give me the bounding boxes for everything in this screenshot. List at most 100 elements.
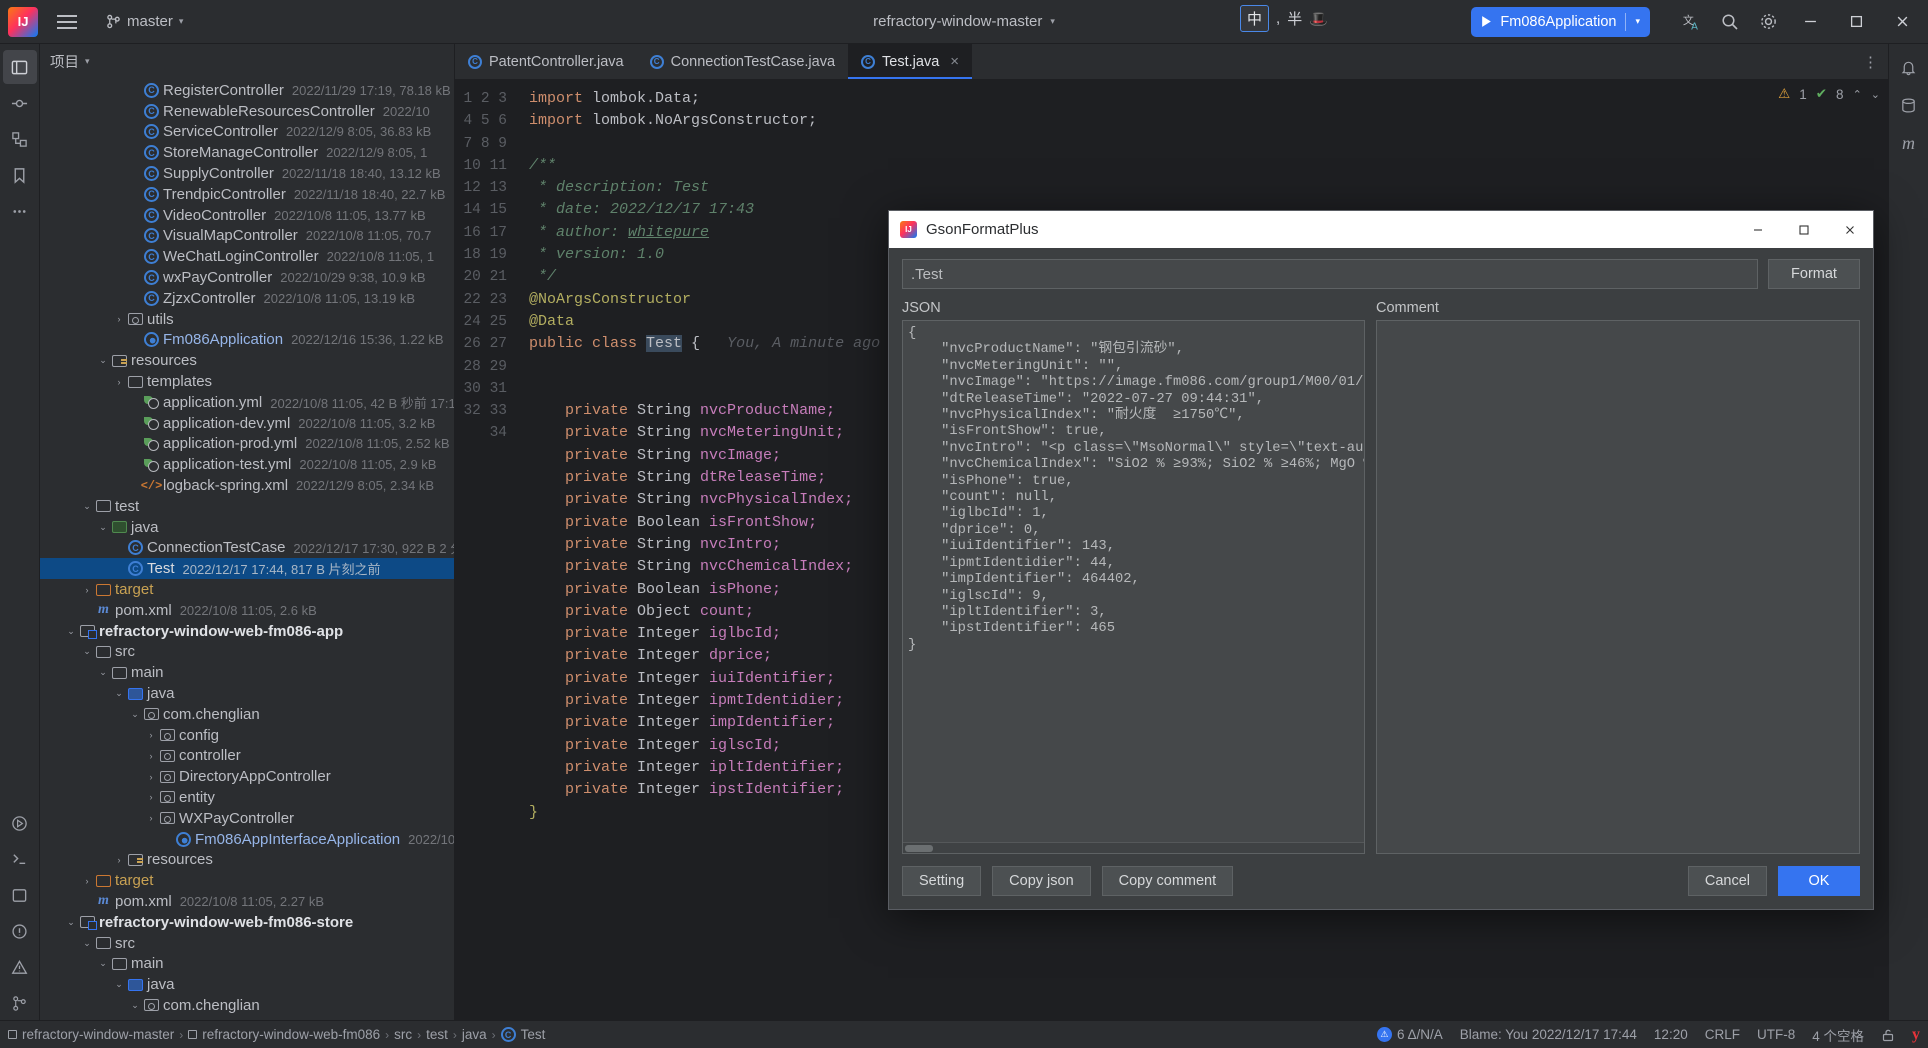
setting-button[interactable]: Setting — [902, 866, 982, 896]
tree-node[interactable]: ⌄ main — [40, 662, 454, 683]
sidebar-item-commit[interactable] — [3, 86, 37, 120]
chevron-down-icon[interactable]: ⌄ — [1871, 88, 1880, 101]
comment-pane[interactable] — [1376, 320, 1860, 854]
chevron-right-icon[interactable]: › — [144, 772, 158, 782]
sidebar-item-problems[interactable] — [3, 914, 37, 948]
tree-node[interactable]: ⌄ refractory-window-web-fm086-app — [40, 621, 454, 642]
chevron-right-icon[interactable]: › — [144, 730, 158, 740]
maven-icon[interactable]: m — [1892, 126, 1926, 160]
chevron-down-icon[interactable]: ⌄ — [96, 355, 110, 366]
sidebar-item-notifications[interactable] — [3, 950, 37, 984]
tree-node[interactable]: C RegisterController 2022/11/29 17:19, 78.… — [40, 80, 454, 101]
sidebar-item-services[interactable] — [3, 878, 37, 912]
tree-node[interactable]: › resources — [40, 849, 454, 870]
chevron-right-icon[interactable]: › — [80, 876, 94, 886]
breadcrumb-item[interactable]: C Test — [500, 1027, 545, 1042]
tree-node[interactable]: › config — [40, 725, 454, 746]
ime-mode[interactable]: 中 — [1240, 5, 1270, 32]
editor-tab[interactable]: C Test.java × — [848, 44, 973, 79]
tree-node[interactable]: › utils — [40, 309, 454, 330]
tree-node[interactable]: application.yml 2022/10/8 11:05, 42 B 秒前 … — [40, 392, 454, 413]
dialog-maximize-icon[interactable] — [1781, 211, 1827, 248]
project-tree[interactable]: C RegisterController 2022/11/29 17:19, 78.… — [40, 78, 454, 1020]
chevron-down-icon[interactable]: ⌄ — [96, 958, 110, 969]
dialog-close-icon[interactable] — [1827, 211, 1873, 248]
json-pane[interactable]: { "nvcProductName": "钢包引流砂", "nvcMeterin… — [902, 320, 1365, 854]
tree-node[interactable]: › controller — [40, 746, 454, 767]
breadcrumb-item[interactable]: java — [462, 1027, 487, 1042]
json-horizontal-scrollbar[interactable] — [903, 842, 1364, 853]
comment-textarea[interactable] — [1377, 321, 1859, 326]
tree-node[interactable]: C ZjzxController 2022/10/8 11:05, 13.19 kB — [40, 288, 454, 309]
tree-node[interactable]: C VideoController 2022/10/8 11:05, 13.77 k… — [40, 205, 454, 226]
chevron-down-icon[interactable]: ⌄ — [128, 1000, 142, 1011]
tree-node[interactable]: C WeChatLoginController 2022/10/8 11:05, 1 — [40, 246, 454, 267]
tree-node[interactable]: ›core — [40, 1016, 454, 1020]
chevron-down-icon[interactable]: ⌄ — [80, 938, 94, 949]
tree-node[interactable]: C StoreManageController 2022/12/9 8:05, 1 — [40, 142, 454, 163]
project-panel-header[interactable]: 项目 ▾ — [40, 44, 454, 78]
tree-node[interactable]: C ServiceController 2022/12/9 8:05, 36.83 … — [40, 122, 454, 143]
main-menu-icon[interactable] — [50, 5, 84, 39]
ok-button[interactable]: OK — [1778, 866, 1860, 896]
tree-node[interactable]: ⌄ refractory-window-web-fm086-store — [40, 912, 454, 933]
run-configuration-button[interactable]: Fm086Application ▾ — [1471, 6, 1650, 37]
notifications-icon[interactable] — [1892, 50, 1926, 84]
chevron-down-icon[interactable]: ⌄ — [64, 626, 78, 637]
close-icon[interactable] — [1880, 0, 1924, 44]
minimize-icon[interactable] — [1788, 0, 1832, 44]
chevron-down-icon[interactable]: ⌄ — [128, 709, 142, 720]
tree-node[interactable]: m pom.xml 2022/10/8 11:05, 2.27 kB — [40, 891, 454, 912]
tree-node[interactable]: ⌄ main — [40, 953, 454, 974]
chevron-down-icon[interactable]: ⌄ — [64, 917, 78, 928]
status-encoding[interactable]: UTF-8 — [1757, 1027, 1795, 1042]
editor-tab[interactable]: C ConnectionTestCase.java — [637, 44, 848, 79]
chevron-down-icon[interactable]: ⌄ — [80, 646, 94, 657]
gear-icon[interactable] — [1750, 4, 1786, 40]
tree-node[interactable]: › target — [40, 579, 454, 600]
tree-node[interactable]: ⌄ resources — [40, 350, 454, 371]
tree-node[interactable]: ⌄ java — [40, 974, 454, 995]
project-title-widget[interactable]: refractory-window-master ▾ — [873, 13, 1055, 30]
tree-node[interactable]: C SupplyController 2022/11/18 18:40, 13.12… — [40, 163, 454, 184]
tree-node[interactable]: › target — [40, 870, 454, 891]
tree-node[interactable]: ⌄ java — [40, 517, 454, 538]
tree-node[interactable]: application-prod.yml 2022/10/8 11:05, 2.5… — [40, 434, 454, 455]
unlocked-icon[interactable] — [1881, 1028, 1895, 1042]
chevron-down-icon[interactable]: ⌄ — [96, 522, 110, 533]
sidebar-item-project[interactable] — [2, 50, 37, 84]
sidebar-item-structure[interactable] — [3, 122, 37, 156]
format-button[interactable]: Format — [1768, 259, 1860, 289]
tree-node[interactable]: C TrendpicController 2022/11/18 18:40, 22.… — [40, 184, 454, 205]
status-indent[interactable]: 4 个空格 — [1812, 1025, 1864, 1045]
chevron-down-icon[interactable]: ⌄ — [80, 501, 94, 512]
chevron-down-icon[interactable]: ⌄ — [112, 688, 126, 699]
close-icon[interactable]: × — [950, 53, 959, 70]
tree-node[interactable]: ⌄ test — [40, 496, 454, 517]
tree-node[interactable]: Fm086Application 2022/12/16 15:36, 1.22 k… — [40, 330, 454, 351]
breadcrumb-item[interactable]: refractory-window-master — [8, 1027, 174, 1042]
breadcrumb-item[interactable]: refractory-window-web-fm086 — [188, 1027, 380, 1042]
dialog-minimize-icon[interactable] — [1735, 211, 1781, 248]
chevron-down-icon[interactable]: ⌄ — [112, 979, 126, 990]
breadcrumb-item[interactable]: test — [426, 1027, 448, 1042]
class-name-input[interactable] — [902, 259, 1758, 289]
editor-tabs-more-icon[interactable]: ⋮ — [1853, 44, 1888, 79]
chevron-right-icon[interactable]: › — [112, 377, 126, 387]
tree-node[interactable]: application-dev.yml 2022/10/8 11:05, 3.2 … — [40, 413, 454, 434]
inspection-widget[interactable]: ⚠ 1 ✔ 8 ⌃ ⌄ — [1778, 86, 1880, 102]
chevron-right-icon[interactable]: › — [80, 585, 94, 595]
tree-node[interactable]: CwxPayController 2022/10/29 9:38, 10.9 kB — [40, 267, 454, 288]
y-icon[interactable]: y — [1912, 1026, 1920, 1044]
chevron-right-icon[interactable]: › — [144, 751, 158, 761]
status-problems[interactable]: ⚠ 6 Δ/N/A — [1376, 1027, 1443, 1042]
tree-node[interactable]: › templates — [40, 371, 454, 392]
database-icon[interactable] — [1892, 88, 1926, 122]
editor-tab[interactable]: C PatentController.java — [455, 44, 637, 79]
status-line-separator[interactable]: CRLF — [1705, 1027, 1740, 1042]
vcs-branch-widget[interactable]: master ▾ — [106, 13, 183, 30]
tree-node[interactable]: C RenewableResourcesController 2022/10 — [40, 101, 454, 122]
chevron-up-icon[interactable]: ⌃ — [1853, 88, 1862, 101]
tree-node[interactable]: </> logback-spring.xml 2022/12/9 8:05, 2.3… — [40, 475, 454, 496]
chevron-right-icon[interactable]: › — [144, 813, 158, 823]
